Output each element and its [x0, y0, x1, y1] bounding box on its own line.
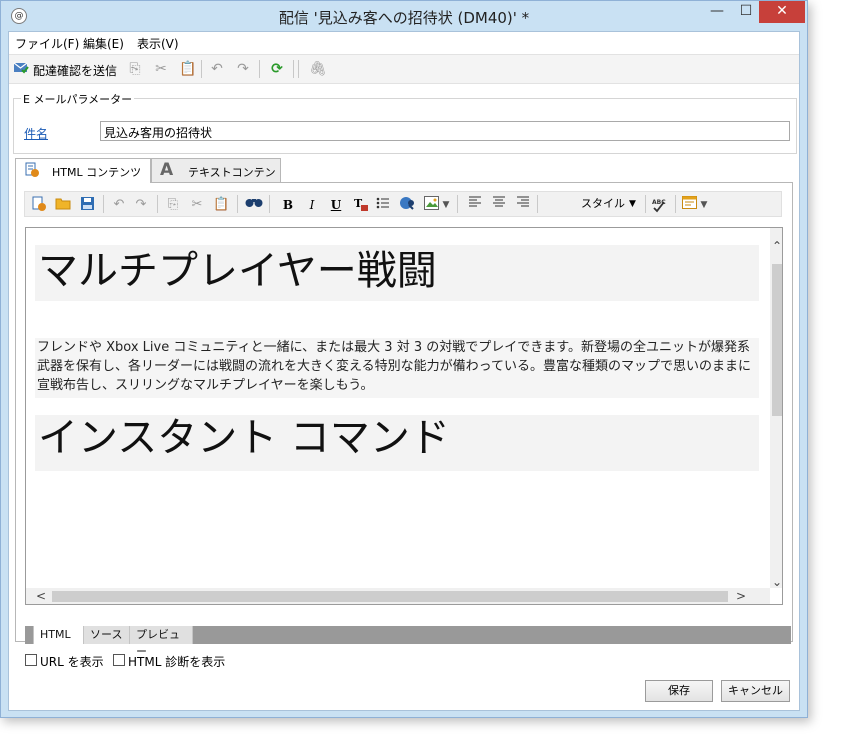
attachment-icon[interactable]: 🖇	[309, 61, 327, 77]
copy-icon[interactable]: ⎘	[165, 196, 181, 214]
underline-button[interactable]: U	[329, 196, 343, 214]
group-title: E メールパラメーター	[21, 91, 135, 107]
spell-check-icon[interactable]: ABC	[651, 196, 669, 214]
cut-icon[interactable]: ✂	[153, 61, 169, 77]
html-content-panel: ↶ ↷ ⎘ ✂ 📋 B I U T ▼ スタイル ▼ ABC ▼ マルチプレイヤ…	[15, 182, 793, 642]
cancel-button[interactable]: キャンセル	[721, 680, 790, 702]
paste-icon[interactable]: 📋	[213, 196, 229, 214]
menu-file[interactable]: ファイル(F)	[15, 35, 79, 52]
toolbar-separator	[201, 60, 202, 78]
horizontal-scroll-thumb[interactable]	[52, 591, 728, 602]
save-icon[interactable]	[79, 196, 95, 214]
align-left-icon[interactable]	[467, 196, 483, 214]
vertical-scroll-thumb[interactable]	[772, 264, 782, 416]
content-paragraph[interactable]: フレンドや Xbox Live コミュニティと一緒に、または最大 3 対 3 の…	[35, 338, 759, 398]
toolbar-separator	[457, 195, 458, 213]
subject-input[interactable]: 見込み客用の招待状	[100, 121, 790, 141]
new-document-icon[interactable]	[31, 196, 47, 214]
align-right-icon[interactable]	[515, 196, 531, 214]
scroll-down-icon[interactable]: ⌄	[770, 574, 782, 590]
bold-button[interactable]: B	[281, 196, 295, 214]
toolbar-separator	[645, 195, 646, 213]
tab-html-label: HTML コンテンツ	[52, 166, 142, 179]
scroll-left-icon[interactable]: <	[32, 588, 50, 604]
style-dropdown-value: スタイル	[581, 197, 625, 210]
view-mode-tabs: HTML ソース プレビュー	[25, 626, 791, 658]
subject-label[interactable]: 件名	[24, 125, 48, 142]
menu-view[interactable]: 表示(V)	[137, 35, 179, 52]
find-binoculars-icon[interactable]	[245, 196, 263, 214]
toolbar-separator	[675, 195, 676, 213]
toolbar-separator	[537, 195, 538, 213]
scroll-right-icon[interactable]: >	[732, 588, 750, 604]
insert-field-icon[interactable]	[681, 196, 697, 214]
tab-html-content[interactable]: HTML コンテンツ	[15, 158, 151, 183]
delivery-window: @ 配信 '見込み客への招待状 (DM40)' * — ☐ ✕ ファイル(F) …	[0, 0, 808, 718]
main-toolbar: 配達確認を送信 ⎘ ✂ 📋 ↶ ↷ ⟳ 🖇	[9, 54, 799, 84]
toolbar-separator	[293, 60, 294, 78]
show-url-label: URL を表示	[40, 655, 104, 669]
toolbar-separator	[269, 195, 270, 213]
send-proof-label: 配達確認を送信	[33, 64, 118, 78]
toolbar-separator	[259, 60, 260, 78]
italic-button[interactable]: I	[305, 196, 319, 214]
tab-text-content[interactable]: A テキストコンテンツ	[151, 158, 281, 195]
undo-icon[interactable]: ↶	[111, 196, 127, 214]
show-url-checkbox[interactable]	[25, 654, 37, 666]
email-parameters-group: E メールパラメーター 件名 見込み客用の招待状	[13, 91, 797, 154]
title-bar[interactable]: @ 配信 '見込み客への招待状 (DM40)' * — ☐ ✕	[1, 1, 807, 31]
menu-edit[interactable]: 編集(E)	[83, 35, 124, 52]
bullet-list-icon[interactable]	[375, 196, 391, 214]
content-heading-1[interactable]: マルチプレイヤー戦闘	[35, 245, 759, 301]
minimize-button[interactable]: —	[703, 1, 731, 23]
chevron-down-icon[interactable]: ▼	[699, 196, 709, 214]
show-html-diag-label: HTML 診断を表示	[128, 655, 226, 669]
text-color-icon[interactable]: T	[353, 196, 369, 214]
redo-icon[interactable]: ↷	[235, 61, 251, 77]
align-center-icon[interactable]	[491, 196, 507, 214]
horizontal-scrollbar[interactable]: < >	[26, 588, 770, 604]
toolbar-separator	[237, 195, 238, 213]
redo-icon[interactable]: ↷	[133, 196, 149, 214]
html-editor[interactable]: マルチプレイヤー戦闘 フレンドや Xbox Live コミュニティと一緒に、また…	[25, 227, 783, 605]
chevron-down-icon: ▼	[629, 199, 636, 209]
insert-image-icon[interactable]	[423, 196, 439, 214]
html-content-icon	[24, 162, 40, 182]
view-tab-source[interactable]: ソース	[84, 626, 130, 644]
menu-bar: ファイル(F) 編集(E) 表示(V)	[9, 32, 799, 52]
text-content-icon: A	[160, 160, 174, 180]
window-title: 配信 '見込み客への招待状 (DM40)' *	[278, 9, 530, 27]
insert-link-icon[interactable]	[399, 196, 417, 214]
toolbar-separator	[157, 195, 158, 213]
open-folder-icon[interactable]	[55, 196, 71, 214]
editor-toolbar: ↶ ↷ ⎘ ✂ 📋 B I U T ▼ スタイル ▼ ABC ▼	[24, 191, 782, 217]
view-tab-html[interactable]: HTML	[33, 626, 84, 644]
cut-icon[interactable]: ✂	[189, 196, 205, 214]
toolbar-separator	[298, 60, 299, 78]
scroll-up-icon[interactable]: ⌃	[770, 238, 782, 254]
style-dropdown[interactable]: スタイル ▼	[577, 195, 639, 213]
save-button[interactable]: 保存	[645, 680, 713, 702]
paste-icon[interactable]: 📋	[179, 61, 196, 77]
refresh-icon[interactable]: ⟳	[269, 61, 285, 77]
close-button[interactable]: ✕	[759, 1, 805, 23]
client-area: ファイル(F) 編集(E) 表示(V) 配達確認を送信 ⎘ ✂ 📋 ↶ ↷ ⟳ …	[8, 31, 800, 711]
show-html-diag-checkbox[interactable]	[113, 654, 125, 666]
toolbar-separator	[103, 195, 104, 213]
maximize-button[interactable]: ☐	[732, 1, 760, 23]
content-heading-2[interactable]: インスタント コマンド	[35, 415, 759, 471]
send-proof-icon	[13, 61, 29, 75]
chevron-down-icon[interactable]: ▼	[441, 196, 451, 214]
view-tab-preview[interactable]: プレビュー	[130, 626, 193, 658]
copy-icon[interactable]: ⎘	[127, 61, 143, 77]
vertical-scrollbar[interactable]: ⌃ ⌄	[770, 228, 782, 590]
undo-icon[interactable]: ↶	[209, 61, 225, 77]
